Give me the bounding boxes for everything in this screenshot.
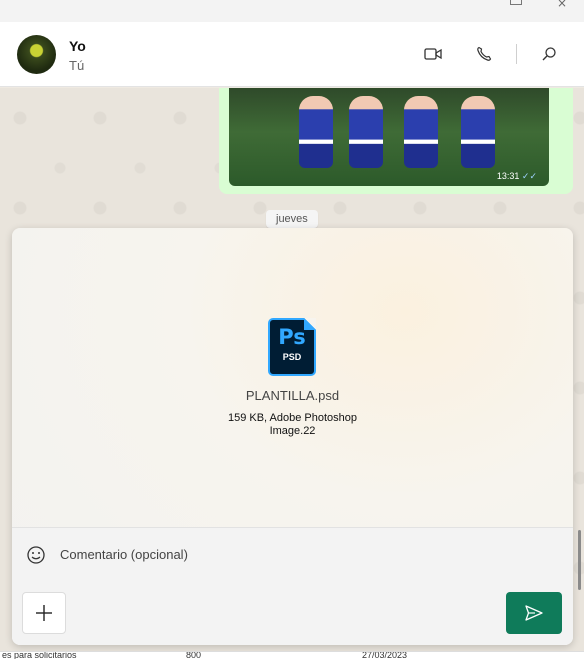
attachment-preview-panel: Ps PSD PLANTILLA.psd 159 KB, Adobe Photo… [12, 228, 573, 645]
table-cell: 800 [186, 651, 202, 659]
window-title-bar: × [0, 0, 584, 22]
voice-call-icon[interactable] [472, 42, 496, 66]
read-check-icon: ✓✓ [521, 171, 537, 181]
send-icon [525, 605, 543, 621]
photo-player [461, 96, 495, 168]
file-meta: 159 KB, Adobe Photoshop Image.22 [12, 412, 573, 438]
send-button[interactable] [506, 592, 562, 634]
video-call-icon[interactable] [421, 42, 445, 66]
photo-message[interactable]: 13:31 ✓✓ [219, 88, 573, 194]
message-time: 13:31 ✓✓ [496, 171, 537, 181]
avatar[interactable] [17, 35, 56, 74]
date-separator: jueves [266, 210, 318, 228]
file-fold [304, 318, 316, 330]
team-photo[interactable]: 13:31 ✓✓ [229, 88, 549, 186]
file-name: PLANTILLA.psd [245, 388, 340, 403]
table-cell: 27/03/2023 [362, 651, 408, 659]
search-icon[interactable] [537, 42, 561, 66]
comment-bar [12, 527, 573, 580]
photo-player [404, 96, 438, 168]
plus-icon [36, 605, 52, 621]
file-extension-label: PSD [282, 352, 302, 362]
photo-player [349, 96, 383, 168]
comment-input[interactable] [60, 542, 540, 566]
photo-player [299, 96, 333, 168]
action-bar [12, 580, 573, 645]
underlying-table-row: es para solicitarios 800 27/03/2023 [0, 651, 584, 659]
file-meta-line: 159 KB, Adobe Photoshop [227, 412, 358, 424]
chat-header: Yo Tú [0, 22, 584, 87]
table-cell: es para solicitarios [2, 651, 77, 659]
maximize-button[interactable] [510, 0, 522, 5]
scrollbar[interactable] [578, 530, 581, 590]
header-divider [516, 44, 517, 64]
file-meta-line: Image.22 [269, 425, 316, 437]
emoji-icon[interactable] [26, 545, 46, 565]
contact-name[interactable]: Yo [69, 38, 86, 54]
contact-subtitle: Tú [69, 58, 85, 73]
photoshop-file-icon: Ps PSD [268, 318, 316, 376]
add-attachment-button[interactable] [22, 592, 66, 634]
close-window-button[interactable]: × [557, 0, 567, 9]
